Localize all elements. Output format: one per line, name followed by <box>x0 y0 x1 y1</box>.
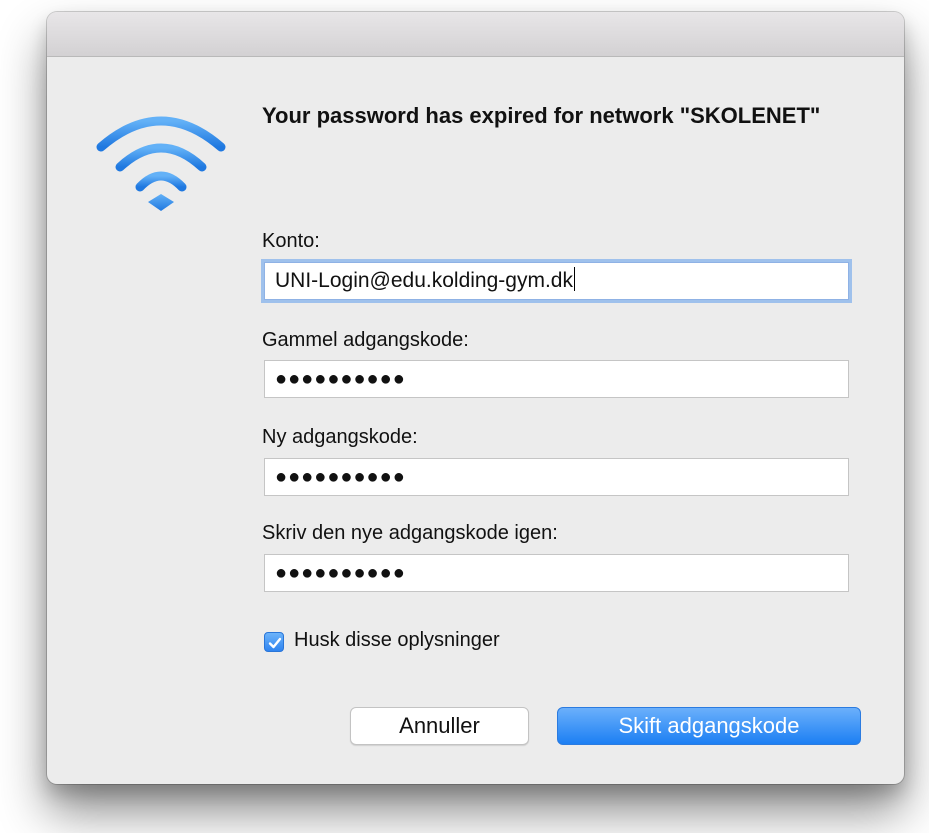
wifi-icon <box>95 105 227 225</box>
text-caret <box>573 267 575 291</box>
confirm-password-value: ●●●●●●●●●● <box>275 562 406 584</box>
checkmark-icon <box>268 637 282 649</box>
old-password-value: ●●●●●●●●●● <box>275 368 406 390</box>
remember-checkbox[interactable] <box>264 632 284 652</box>
change-password-button[interactable]: Skift adgangskode <box>557 707 861 745</box>
old-password-input[interactable]: ●●●●●●●●●● <box>264 360 849 398</box>
confirm-password-label: Skriv den nye adgangskode igen: <box>262 522 558 544</box>
password-expired-dialog: Your password has expired for network "S… <box>47 12 904 784</box>
new-password-value: ●●●●●●●●●● <box>275 466 406 488</box>
confirm-password-input[interactable]: ●●●●●●●●●● <box>264 554 849 592</box>
window-titlebar[interactable] <box>47 12 904 57</box>
account-label: Konto: <box>262 230 320 252</box>
new-password-label: Ny adgangskode: <box>262 426 418 448</box>
cancel-button[interactable]: Annuller <box>350 707 529 745</box>
new-password-input[interactable]: ●●●●●●●●●● <box>264 458 849 496</box>
account-input-value: UNI-Login@edu.kolding-gym.dk <box>275 269 573 292</box>
dialog-headline: Your password has expired for network "S… <box>262 103 821 128</box>
remember-label[interactable]: Husk disse oplysninger <box>294 629 500 652</box>
old-password-label: Gammel adgangskode: <box>262 329 469 351</box>
account-input[interactable]: UNI-Login@edu.kolding-gym.dk <box>264 262 849 300</box>
